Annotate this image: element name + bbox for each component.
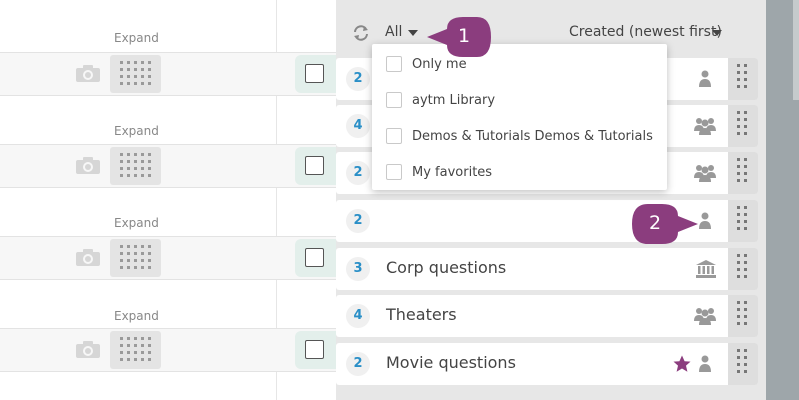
filter-menu: Only me aytm Library Demos & Tutorials D… <box>372 44 667 190</box>
chevron-down-icon[interactable] <box>408 30 418 36</box>
group-icon <box>694 165 716 182</box>
expand-link[interactable]: Expand <box>114 309 159 323</box>
question-row <box>0 328 336 372</box>
count-badge: 3 <box>346 257 370 281</box>
person-icon <box>699 70 711 87</box>
drag-handle[interactable] <box>110 239 161 277</box>
grip-icon <box>737 111 747 135</box>
question-row <box>0 236 336 280</box>
list-item-title: Theaters <box>386 305 457 324</box>
background-strip <box>766 0 799 400</box>
expand-link[interactable]: Expand <box>114 216 159 230</box>
grip-icon <box>120 245 151 269</box>
grip-icon <box>737 349 747 373</box>
grip-icon <box>737 64 747 88</box>
list-item-title: Movie questions <box>386 353 516 372</box>
refresh-icon[interactable] <box>352 25 370 41</box>
drag-handle[interactable] <box>728 248 758 290</box>
count-badge: 4 <box>346 304 370 328</box>
list-item-title: Corp questions <box>386 258 507 277</box>
drag-handle[interactable] <box>110 55 161 93</box>
select-checkbox[interactable] <box>305 248 324 267</box>
sort-dropdown[interactable]: Created (newest first) <box>569 24 722 40</box>
callout-number: 1 <box>458 25 471 47</box>
count-badge: 2 <box>346 352 370 376</box>
select-cell <box>295 239 336 277</box>
drag-handle[interactable] <box>110 331 161 369</box>
option-checkbox[interactable] <box>386 128 402 144</box>
option-label: Only me <box>412 57 467 72</box>
option-checkbox[interactable] <box>386 164 402 180</box>
question-row <box>0 52 336 96</box>
group-icon <box>694 118 716 135</box>
select-checkbox[interactable] <box>305 340 324 359</box>
grip-icon <box>120 61 151 85</box>
camera-icon[interactable] <box>76 341 100 358</box>
callout-number: 2 <box>649 212 662 234</box>
camera-icon[interactable] <box>76 157 100 174</box>
camera-icon[interactable] <box>76 65 100 82</box>
left-pane: Expand Expand Expand Expand <box>0 0 336 400</box>
select-checkbox[interactable] <box>305 64 324 83</box>
grip-icon <box>737 301 747 325</box>
count-badge: 2 <box>346 209 370 233</box>
grip-icon <box>737 158 747 182</box>
count-badge: 2 <box>346 67 370 91</box>
favorite-star-icon[interactable] <box>673 355 691 373</box>
grip-icon <box>120 153 151 177</box>
filter-option-aytm-library[interactable]: aytm Library <box>372 82 667 118</box>
person-icon <box>699 212 711 229</box>
chevron-down-icon[interactable] <box>712 30 722 36</box>
grip-icon <box>737 206 747 230</box>
select-checkbox[interactable] <box>305 156 324 175</box>
drag-handle[interactable] <box>728 58 758 100</box>
person-icon <box>699 355 711 372</box>
drag-handle[interactable] <box>728 152 758 194</box>
expand-link[interactable]: Expand <box>114 31 159 45</box>
count-badge: 2 <box>346 161 370 185</box>
grip-icon <box>120 337 151 361</box>
select-cell <box>295 331 336 369</box>
list-item[interactable]: 4 Theaters <box>336 295 758 337</box>
option-checkbox[interactable] <box>386 56 402 72</box>
select-cell <box>295 55 336 93</box>
drag-handle[interactable] <box>110 147 161 185</box>
scrollbar[interactable] <box>793 0 799 100</box>
expand-link[interactable]: Expand <box>114 124 159 138</box>
list-item[interactable]: 3 Corp questions <box>336 248 758 290</box>
drag-handle[interactable] <box>728 295 758 337</box>
camera-icon[interactable] <box>76 249 100 266</box>
drag-handle[interactable] <box>728 200 758 242</box>
group-icon <box>694 308 716 325</box>
select-cell <box>295 147 336 185</box>
filter-option-my-favorites[interactable]: My favorites <box>372 154 667 190</box>
callout-bubble-icon <box>632 204 698 244</box>
question-row <box>0 144 336 188</box>
drag-handle[interactable] <box>728 105 758 147</box>
callout-1: 1 <box>425 15 493 59</box>
option-checkbox[interactable] <box>386 92 402 108</box>
option-label: aytm Library <box>412 93 496 108</box>
callout-2: 2 <box>630 202 700 246</box>
count-badge: 4 <box>346 114 370 138</box>
drag-handle[interactable] <box>728 343 758 385</box>
filter-option-demos-tutorials[interactable]: Demos & Tutorials Demos & Tutorials <box>372 118 667 154</box>
list-item[interactable]: 2 Movie questions <box>336 343 758 385</box>
grip-icon <box>737 254 747 278</box>
filter-option-only-me[interactable]: Only me <box>372 46 667 82</box>
filter-dropdown[interactable]: All <box>385 24 402 40</box>
option-label: Demos & Tutorials Demos & Tutorials <box>412 129 653 144</box>
library-icon <box>696 260 716 278</box>
option-label: My favorites <box>412 165 493 180</box>
